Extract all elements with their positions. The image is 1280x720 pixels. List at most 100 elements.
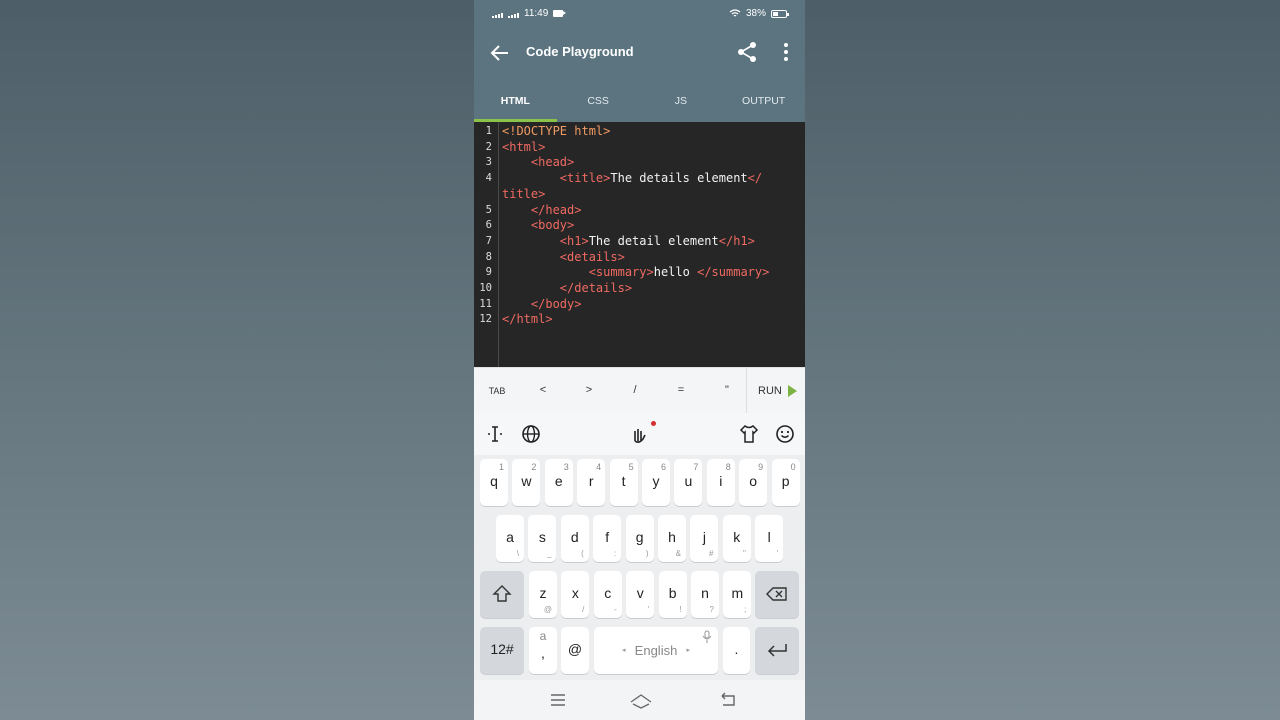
key-s[interactable]: s _ bbox=[528, 515, 557, 562]
at-key[interactable]: @ bbox=[561, 627, 589, 674]
back-nav-icon[interactable] bbox=[718, 690, 738, 710]
code-token-tag: <h1> bbox=[559, 233, 589, 248]
key-u[interactable]: u7 bbox=[674, 459, 703, 506]
video-recording-icon bbox=[553, 10, 567, 17]
key-d[interactable]: d( bbox=[560, 515, 589, 562]
globe-icon[interactable] bbox=[520, 423, 542, 445]
key-secondary-label: & bbox=[675, 549, 681, 558]
period-key[interactable]: . bbox=[723, 627, 750, 674]
signal-icon-2 bbox=[508, 9, 519, 18]
app-title: Code Playground bbox=[526, 44, 634, 59]
key-m[interactable]: m; bbox=[723, 571, 752, 618]
key-i[interactable]: i8 bbox=[706, 459, 735, 506]
key-label: d bbox=[570, 529, 579, 545]
at-key-label: @ bbox=[567, 641, 583, 657]
key-t[interactable]: t5 bbox=[609, 459, 638, 506]
key-o[interactable]: o9 bbox=[739, 459, 768, 506]
key-label: s bbox=[538, 529, 546, 545]
code-token-tag: title> bbox=[502, 186, 546, 201]
line-number: 2 bbox=[485, 140, 492, 153]
key-r[interactable]: r4 bbox=[577, 459, 606, 506]
key-k[interactable]: k " bbox=[722, 515, 751, 562]
code-line: </html> bbox=[502, 312, 553, 327]
key-secondary-label: ( bbox=[581, 549, 584, 558]
play-icon bbox=[787, 385, 797, 397]
key-n[interactable]: n? bbox=[691, 571, 719, 618]
key-secondary-label: ! bbox=[679, 605, 682, 614]
enter-key[interactable] bbox=[755, 627, 799, 674]
code-editor[interactable]: 1 2 3 4 5 6 7 8 9 10 11 12 <!DOCTYPE html> <html> <h… bbox=[474, 122, 805, 367]
back-arrow-icon[interactable] bbox=[488, 41, 512, 65]
tab-output[interactable]: OUTPUT bbox=[722, 87, 805, 122]
key-p[interactable]: p0 bbox=[771, 459, 800, 506]
line-number: 12 bbox=[479, 313, 492, 326]
tab-css[interactable]: CSS bbox=[557, 87, 640, 122]
key-y[interactable]: y6 bbox=[642, 459, 670, 506]
comma-key-label: , bbox=[541, 645, 545, 661]
key-label: y bbox=[652, 473, 660, 489]
key-v[interactable]: v ' bbox=[626, 571, 655, 618]
line-number: 5 bbox=[485, 203, 492, 216]
key-b[interactable]: b! bbox=[658, 571, 687, 618]
tab-key[interactable]: TAB bbox=[488, 386, 506, 396]
key-label: j bbox=[702, 529, 706, 545]
line-number: 10 bbox=[479, 282, 492, 294]
home-icon[interactable] bbox=[629, 690, 653, 710]
run-button[interactable]: RUN bbox=[746, 368, 805, 414]
slash-key[interactable]: / bbox=[630, 384, 640, 396]
key-secondary-label: _ bbox=[546, 549, 552, 558]
less-than-key[interactable]: < bbox=[538, 384, 548, 396]
equals-key[interactable]: = bbox=[676, 384, 686, 396]
code-line: <details> bbox=[502, 250, 625, 265]
symbols-key[interactable]: 12# bbox=[480, 627, 524, 674]
key-c[interactable]: c- bbox=[593, 571, 622, 618]
code-token-tag: <!DOCTYPE html> bbox=[502, 124, 611, 138]
key-label: i bbox=[719, 473, 723, 489]
key-a[interactable]: a \ bbox=[496, 515, 524, 562]
key-secondary-label: ' bbox=[776, 549, 779, 558]
shift-key[interactable] bbox=[480, 571, 524, 618]
space-key[interactable]: English ◂ ▸ bbox=[594, 627, 718, 674]
theme-shirt-icon[interactable] bbox=[738, 423, 760, 445]
key-secondary-label: / bbox=[582, 605, 585, 614]
code-line: <title>The details element</ bbox=[502, 171, 762, 186]
share-icon[interactable] bbox=[736, 41, 758, 63]
key-j[interactable]: j # bbox=[690, 515, 719, 562]
more-options-icon[interactable] bbox=[776, 41, 796, 63]
signal-icon bbox=[492, 9, 503, 18]
key-z[interactable]: z @ bbox=[529, 571, 557, 618]
tab-js[interactable]: JS bbox=[640, 87, 723, 122]
key-secondary-label: - bbox=[614, 605, 617, 614]
code-token-tag: <head> bbox=[530, 155, 575, 170]
battery-level-fill bbox=[773, 11, 778, 16]
cursor-icon[interactable] bbox=[484, 423, 506, 445]
menu-icon[interactable] bbox=[548, 690, 568, 710]
quote-key[interactable]: " bbox=[722, 384, 732, 396]
key-w[interactable]: w2 bbox=[512, 459, 541, 506]
comma-key[interactable]: a , bbox=[529, 627, 557, 674]
key-f[interactable]: f: bbox=[593, 515, 622, 562]
key-q[interactable]: q1 bbox=[480, 459, 508, 506]
key-l[interactable]: l ' bbox=[755, 515, 784, 562]
code-token-tag: </summary> bbox=[697, 265, 770, 280]
key-h[interactable]: h & bbox=[658, 515, 686, 562]
run-label: RUN bbox=[758, 385, 782, 397]
notification-dot bbox=[651, 421, 656, 426]
line-number: 6 bbox=[485, 219, 492, 232]
handwriting-icon[interactable] bbox=[628, 423, 650, 445]
tab-html[interactable]: HTML bbox=[474, 87, 557, 122]
key-e[interactable]: e3 bbox=[544, 459, 573, 506]
key-secondary-label: 9 bbox=[758, 462, 764, 472]
line-number: 9 bbox=[485, 266, 492, 279]
backspace-key[interactable] bbox=[755, 571, 799, 618]
soft-keyboard: 12# a , @ English ◂ ▸ . q1w2e3r4t5y6u7i8… bbox=[474, 455, 805, 680]
emoji-icon[interactable] bbox=[774, 423, 796, 445]
greater-than-key[interactable]: > bbox=[584, 384, 594, 396]
code-token-tag: </details> bbox=[559, 281, 633, 295]
key-g[interactable]: g) bbox=[625, 515, 654, 562]
key-x[interactable]: x / bbox=[561, 571, 590, 618]
